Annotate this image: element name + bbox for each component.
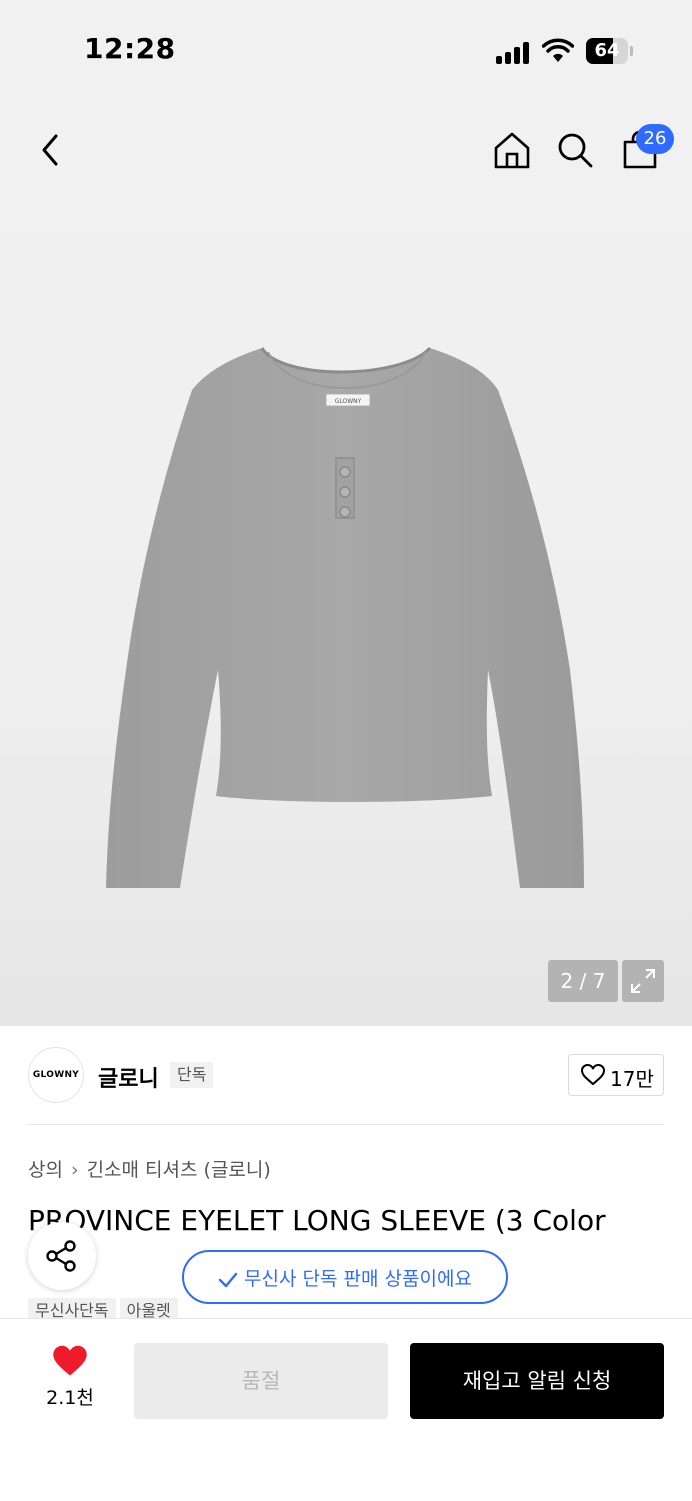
status-time: 12:28 <box>84 32 176 65</box>
heart-outline-icon <box>581 1064 605 1085</box>
bottom-action-bar: 2.1천 품절 재입고 알림 신청 <box>0 1318 692 1501</box>
brand-name[interactable]: 글로니 <box>98 1061 159 1093</box>
brand-logo[interactable]: GLOWNY <box>28 1047 84 1103</box>
check-icon <box>218 1272 238 1287</box>
gallery-page-indicator: 2 / 7 <box>548 960 618 1002</box>
brand-like-count: 17만 <box>610 1067 654 1091</box>
restock-alert-button[interactable]: 재입고 알림 신청 <box>410 1343 664 1419</box>
wishlist-count: 2.1천 <box>46 1387 94 1409</box>
share-icon <box>46 1240 76 1272</box>
breadcrumb-category[interactable]: 상의 <box>28 1159 63 1181</box>
exclusive-toast: 무신사 단독 판매 상품이에요 <box>182 1250 508 1304</box>
breadcrumb: 상의 › 긴소매 티셔츠 (글로니) <box>28 1155 271 1182</box>
battery-level: 64 <box>594 40 620 61</box>
soldout-button[interactable]: 품절 <box>134 1343 388 1419</box>
home-icon[interactable] <box>492 130 532 170</box>
brand-row: GLOWNY 글로니 단독 17만 <box>0 1026 692 1126</box>
cellular-signal-icon <box>496 40 532 64</box>
share-button[interactable] <box>28 1222 96 1290</box>
wishlist-button[interactable]: 2.1천 <box>40 1345 100 1410</box>
brand-like-button[interactable]: 17만 <box>568 1054 664 1096</box>
wifi-icon <box>542 38 574 62</box>
heart-filled-icon <box>53 1345 87 1376</box>
status-bar: 12:28 64 <box>0 0 692 100</box>
product-title: PROVINCE EYELET LONG SLEEVE (3 Color <box>28 1204 606 1237</box>
expand-icon[interactable] <box>622 960 664 1002</box>
shirt-label-text: GLOWNY <box>335 398 362 405</box>
breadcrumb-subcategory[interactable]: 긴소매 티셔츠 (글로니) <box>87 1159 271 1181</box>
search-icon[interactable] <box>556 131 594 169</box>
chevron-left-icon[interactable] <box>36 132 66 168</box>
battery-icon: 64 <box>586 38 633 64</box>
divider <box>28 1124 664 1125</box>
exclusive-badge: 단독 <box>170 1062 214 1088</box>
cart-count-badge: 26 <box>636 124 674 154</box>
exclusive-toast-text: 무신사 단독 판매 상품이에요 <box>244 1268 472 1290</box>
product-photo-shirt: GLOWNY <box>106 346 584 888</box>
chevron-right-icon: › <box>70 1159 79 1181</box>
